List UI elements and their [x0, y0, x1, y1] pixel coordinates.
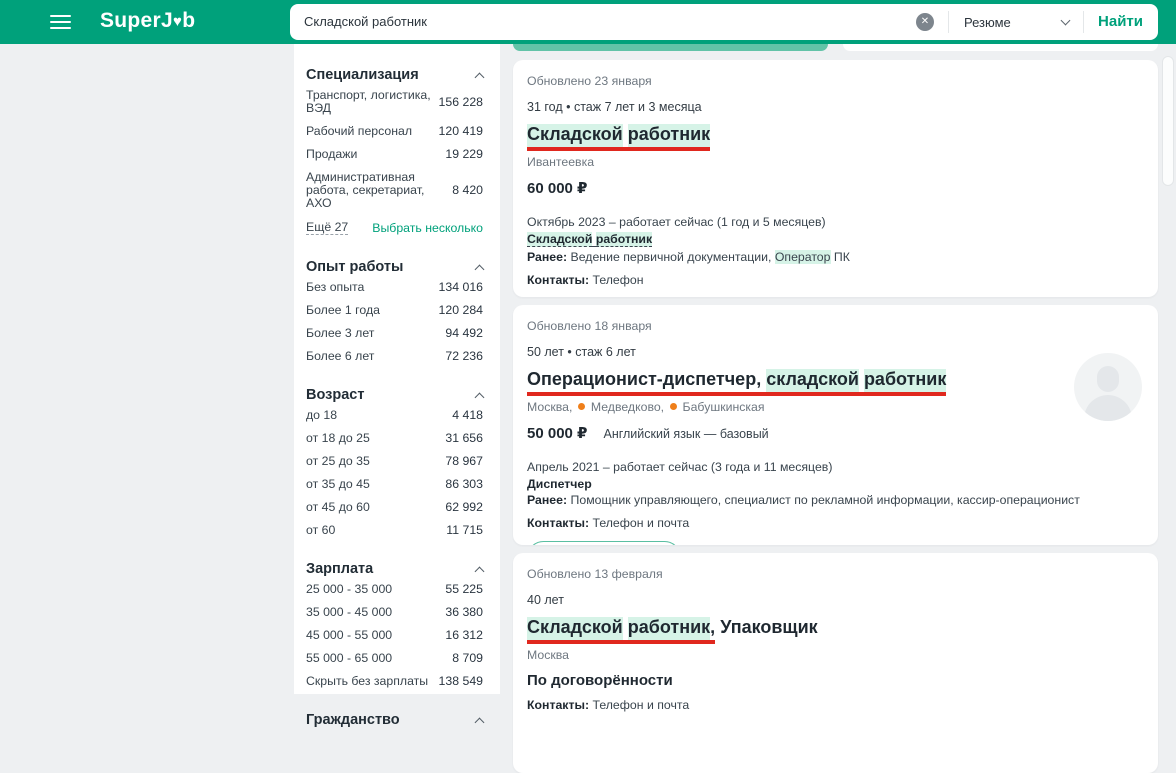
filter-section-experience: Опыт работы Без опыта 134 016 Более 1 год… — [306, 240, 485, 368]
search-input[interactable]: Складской работник — [304, 14, 427, 29]
select-multiple-link[interactable]: Выбрать несколько — [372, 221, 483, 235]
contacts-line: Контакты: Телефон — [527, 273, 644, 288]
card-actions: Показать контакты ☆ — [527, 541, 1138, 545]
filter-section-age: Возраст до 18 4 418 от 18 до 25 31 656 от … — [306, 368, 485, 542]
language-note: Английский язык — базовый — [603, 427, 769, 442]
current-position: Диспетчер — [527, 477, 592, 492]
resume-title-link[interactable]: Складской работник — [527, 123, 711, 151]
specialization-footer: Ещё 27 Выбрать несколько — [306, 215, 483, 240]
menu-icon[interactable] — [50, 15, 71, 29]
section-header-salary[interactable]: Зарплата — [306, 560, 485, 578]
chevron-up-icon — [474, 72, 485, 82]
contacts-line: Контакты: Телефон и почта — [527, 698, 690, 713]
age-experience: 40 лет — [527, 593, 564, 607]
filter-item[interactable]: до 18 4 418 — [306, 404, 483, 427]
metro-dot-icon — [578, 403, 586, 411]
search-submit-button[interactable]: Найти — [1083, 4, 1158, 40]
avatar — [1074, 353, 1142, 421]
partial-card-strip — [843, 44, 1158, 51]
resume-card: Обновлено 18 января 50 лет • стаж 6 лет … — [513, 305, 1158, 545]
salary: 60 000 ₽ — [527, 180, 588, 198]
section-header-experience[interactable]: Опыт работы — [306, 258, 485, 276]
logo-text-suffix: b — [182, 9, 196, 32]
chevron-up-icon — [474, 566, 485, 576]
chevron-up-icon — [474, 264, 485, 274]
earlier-positions: Ранее: Помощник управляющего, специалист… — [527, 493, 1080, 508]
chevron-down-icon — [1060, 15, 1071, 26]
filter-item[interactable]: Административная работа, секретариат, АХ… — [306, 166, 483, 215]
contacts-line: Контакты: Телефон и почта — [527, 516, 690, 531]
resume-card: Обновлено 13 февраля 40 лет Складской ра… — [513, 553, 1158, 773]
clear-search-button[interactable]: ✕ — [916, 13, 934, 31]
filter-section-specialization: Специализация Транспорт, логистика, ВЭД 1… — [306, 44, 485, 240]
app-header: SuperJ♥b Складской работник ✕ Резюме Най… — [0, 0, 1176, 44]
brand-logo[interactable]: SuperJ♥b — [100, 9, 195, 33]
section-header-specialization[interactable]: Специализация — [306, 66, 485, 84]
scrollbar-track — [1160, 44, 1176, 694]
updated-date: Обновлено 18 января — [527, 319, 652, 333]
filter-item[interactable]: Более 6 лет 72 236 — [306, 345, 483, 368]
filter-item[interactable]: Скрыть без зарплаты 138 549 — [306, 670, 483, 693]
heart-icon: ♥ — [173, 13, 183, 30]
filter-item[interactable]: 25 000 - 35 000 55 225 — [306, 578, 483, 601]
filter-item[interactable]: от 25 до 35 78 967 — [306, 450, 483, 473]
current-position-link[interactable]: Складской работник — [527, 232, 653, 248]
resume-card: Обновлено 23 января 31 год • стаж 7 лет … — [513, 60, 1158, 297]
resume-title-link[interactable]: Складской работник, Упаковщик — [527, 616, 818, 644]
metro-dot-icon — [670, 403, 678, 411]
section-header-citizenship[interactable]: Гражданство — [306, 711, 485, 729]
filters-sidebar: Специализация Транспорт, логистика, ВЭД 1… — [294, 44, 500, 728]
filter-item[interactable]: от 60 11 715 — [306, 519, 483, 542]
show-contacts-button[interactable]: Показать контакты — [527, 541, 682, 545]
search-bar: Складской работник ✕ Резюме Найти — [290, 4, 1158, 40]
filter-item[interactable]: 55 000 - 65 000 8 709 — [306, 647, 483, 670]
partial-banner-strip — [513, 44, 828, 51]
filter-item[interactable]: от 45 до 60 62 992 — [306, 496, 483, 519]
search-category-value: Резюме — [964, 15, 1011, 30]
filter-item[interactable]: Более 1 года 120 284 — [306, 299, 483, 322]
updated-date: Обновлено 23 января — [527, 74, 652, 88]
salary: По договорённости — [527, 672, 673, 690]
age-experience: 50 лет • стаж 6 лет — [527, 345, 636, 359]
filter-item[interactable]: 35 000 - 45 000 36 380 — [306, 601, 483, 624]
location: Москва — [527, 648, 569, 663]
close-icon: ✕ — [920, 16, 930, 27]
work-period: Апрель 2021 – работает сейчас (3 года и … — [527, 460, 833, 475]
salary: 50 000 ₽ Английский язык — базовый — [527, 425, 769, 443]
show-more-link[interactable]: Ещё 27 — [306, 220, 349, 235]
filter-item[interactable]: Рабочий персонал 120 419 — [306, 120, 483, 143]
updated-date: Обновлено 13 февраля — [527, 567, 663, 581]
chevron-up-icon — [474, 392, 485, 402]
filter-item[interactable]: Транспорт, логистика, ВЭД 156 228 — [306, 84, 483, 120]
logo-text-prefix: SuperJ — [100, 9, 173, 32]
location: Москва, Медведково, Бабушкинская — [527, 400, 765, 415]
age-experience: 31 год • стаж 7 лет и 3 месяца — [527, 100, 702, 114]
scrollbar-thumb[interactable] — [1162, 56, 1174, 186]
filter-item[interactable]: Более 3 лет 94 492 — [306, 322, 483, 345]
filter-item[interactable]: от 35 до 45 86 303 — [306, 473, 483, 496]
section-header-age[interactable]: Возраст — [306, 386, 485, 404]
filter-item[interactable]: Без опыта 134 016 — [306, 276, 483, 299]
filter-item[interactable]: Продажи 19 229 — [306, 143, 483, 166]
earlier-positions: Ранее: Ведение первичной документации, О… — [527, 250, 850, 265]
filter-item[interactable]: 45 000 - 55 000 16 312 — [306, 624, 483, 647]
work-period: Октябрь 2023 – работает сейчас (1 год и … — [527, 215, 826, 230]
search-category-select[interactable]: Резюме — [948, 4, 1083, 40]
filter-section-salary: Зарплата 25 000 - 35 000 55 225 35 000 - … — [306, 542, 485, 693]
chevron-up-icon — [474, 717, 485, 727]
resume-title-link[interactable]: Операционист-диспетчер, складской работн… — [527, 368, 947, 396]
location: Ивантеевка — [527, 155, 595, 170]
filter-item[interactable]: от 18 до 25 31 656 — [306, 427, 483, 450]
filter-section-citizenship: Гражданство — [306, 693, 485, 729]
